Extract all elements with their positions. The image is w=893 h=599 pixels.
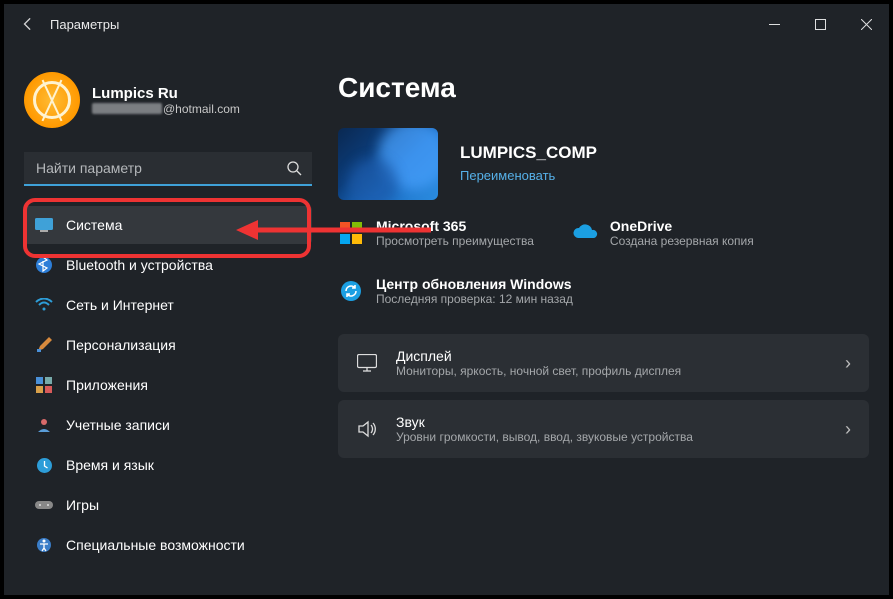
tile-sub: Последняя проверка: 12 мин назад <box>376 292 573 306</box>
minimize-button[interactable] <box>751 4 797 44</box>
setting-title: Дисплей <box>396 348 827 364</box>
tile-title: Microsoft 365 <box>376 218 534 234</box>
tile-m365[interactable]: Microsoft 365 Просмотреть преимущества <box>338 218 534 248</box>
minimize-icon <box>769 19 780 30</box>
nav-list: Система Bluetooth и устройства Сеть и Ин… <box>24 206 312 564</box>
onedrive-icon <box>572 220 598 246</box>
email-redacted <box>92 103 162 114</box>
nav-label: Bluetooth и устройства <box>66 257 213 273</box>
nav-time[interactable]: Время и язык <box>24 446 312 484</box>
nav-accounts[interactable]: Учетные записи <box>24 406 312 444</box>
tile-sub: Создана резервная копия <box>610 234 754 248</box>
nav-label: Игры <box>66 497 99 513</box>
nav-label: Персонализация <box>66 337 176 353</box>
service-tiles: Microsoft 365 Просмотреть преимущества O… <box>338 218 869 248</box>
main-panel: Система LUMPICS_COMP Переименовать Micro… <box>338 72 869 595</box>
setting-sub: Уровни громкости, вывод, ввод, звуковые … <box>396 430 827 444</box>
setting-display[interactable]: Дисплей Мониторы, яркость, ночной свет, … <box>338 334 869 392</box>
search-input[interactable] <box>24 152 312 186</box>
profile-name: Lumpics Ru <box>92 85 240 102</box>
window-title: Параметры <box>50 17 119 32</box>
profile-text: Lumpics Ru @hotmail.com <box>92 85 240 116</box>
back-icon <box>21 17 35 31</box>
chevron-right-icon: › <box>845 353 851 374</box>
nav-label: Учетные записи <box>66 417 170 433</box>
nav-label: Сеть и Интернет <box>66 297 174 313</box>
setting-sound[interactable]: Звук Уровни громкости, вывод, ввод, звук… <box>338 400 869 458</box>
rename-link[interactable]: Переименовать <box>460 168 555 183</box>
back-button[interactable] <box>12 8 44 40</box>
accessibility-icon <box>34 535 54 555</box>
nav-label: Приложения <box>66 377 148 393</box>
apps-icon <box>34 375 54 395</box>
device-info: LUMPICS_COMP Переименовать <box>460 143 597 185</box>
tile-onedrive[interactable]: OneDrive Создана резервная копия <box>572 218 754 248</box>
nav-games[interactable]: Игры <box>24 486 312 524</box>
avatar <box>24 72 80 128</box>
m365-icon <box>338 220 364 246</box>
brush-icon <box>34 335 54 355</box>
page-title: Система <box>338 72 869 104</box>
maximize-icon <box>815 19 826 30</box>
nav-apps[interactable]: Приложения <box>24 366 312 404</box>
setting-sub: Мониторы, яркость, ночной свет, профиль … <box>396 364 827 378</box>
nav-network[interactable]: Сеть и Интернет <box>24 286 312 324</box>
nav-bluetooth[interactable]: Bluetooth и устройства <box>24 246 312 284</box>
update-icon <box>338 278 364 304</box>
setting-title: Звук <box>396 414 827 430</box>
titlebar: Параметры <box>4 4 889 44</box>
nav-label: Система <box>66 217 122 233</box>
profile-block[interactable]: Lumpics Ru @hotmail.com <box>24 72 312 128</box>
account-icon <box>34 415 54 435</box>
display-icon <box>34 215 54 235</box>
tile-windows-update[interactable]: Центр обновления Windows Последняя прове… <box>338 276 598 306</box>
monitor-icon <box>356 354 378 372</box>
wifi-icon <box>34 295 54 315</box>
tile-title: OneDrive <box>610 218 754 234</box>
bluetooth-icon <box>34 255 54 275</box>
clock-icon <box>34 455 54 475</box>
nav-personalization[interactable]: Персонализация <box>24 326 312 364</box>
chevron-right-icon: › <box>845 419 851 440</box>
gamepad-icon <box>34 495 54 515</box>
device-name: LUMPICS_COMP <box>460 143 597 163</box>
search-box[interactable] <box>24 152 312 186</box>
maximize-button[interactable] <box>797 4 843 44</box>
device-wallpaper <box>338 128 438 200</box>
nav-label: Время и язык <box>66 457 154 473</box>
tile-sub: Просмотреть преимущества <box>376 234 534 248</box>
device-row: LUMPICS_COMP Переименовать <box>338 128 869 200</box>
settings-window: Параметры Lumpics Ru @hotmail.com <box>4 4 889 595</box>
nav-system[interactable]: Система <box>24 206 312 244</box>
content-area: Lumpics Ru @hotmail.com Система <box>4 44 889 595</box>
profile-email: @hotmail.com <box>92 102 240 116</box>
search-icon <box>286 160 302 181</box>
close-button[interactable] <box>843 4 889 44</box>
sidebar: Lumpics Ru @hotmail.com Система <box>24 72 312 595</box>
close-icon <box>861 19 872 30</box>
sound-icon <box>356 420 378 438</box>
nav-accessibility[interactable]: Специальные возможности <box>24 526 312 564</box>
tile-title: Центр обновления Windows <box>376 276 573 292</box>
window-controls <box>751 4 889 44</box>
nav-label: Специальные возможности <box>66 537 245 553</box>
